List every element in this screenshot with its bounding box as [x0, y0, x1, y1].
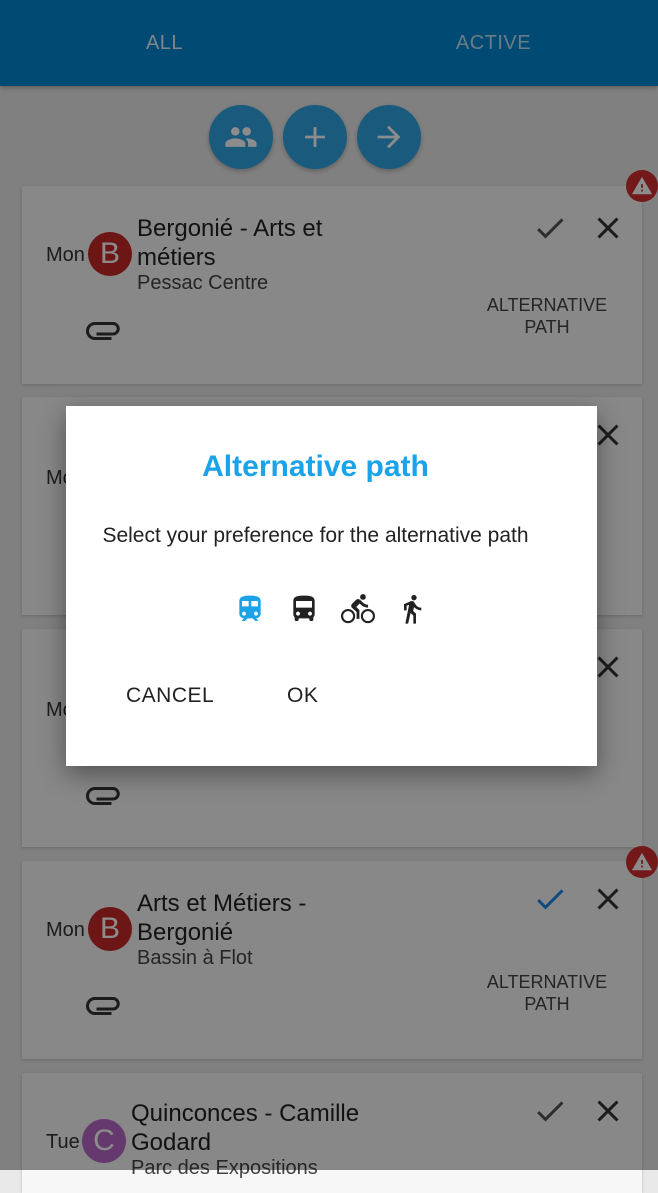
- transport-mode-selector: [232, 591, 430, 627]
- alternative-path-dialog: Alternative path Select your preference …: [66, 406, 597, 766]
- mode-walk[interactable]: [394, 591, 430, 627]
- dialog-message: Select your preference for the alternati…: [102, 524, 529, 547]
- walk-icon: [404, 595, 422, 624]
- bus-icon: [293, 595, 315, 621]
- mode-bike[interactable]: [340, 591, 376, 627]
- ok-button[interactable]: OK: [287, 684, 318, 708]
- mode-tram[interactable]: [232, 591, 268, 627]
- tram-icon: [239, 595, 261, 621]
- mode-bus[interactable]: [286, 591, 322, 627]
- bike-icon: [341, 594, 375, 624]
- dialog-title: Alternative path: [202, 450, 429, 483]
- cancel-button[interactable]: CANCEL: [126, 684, 214, 708]
